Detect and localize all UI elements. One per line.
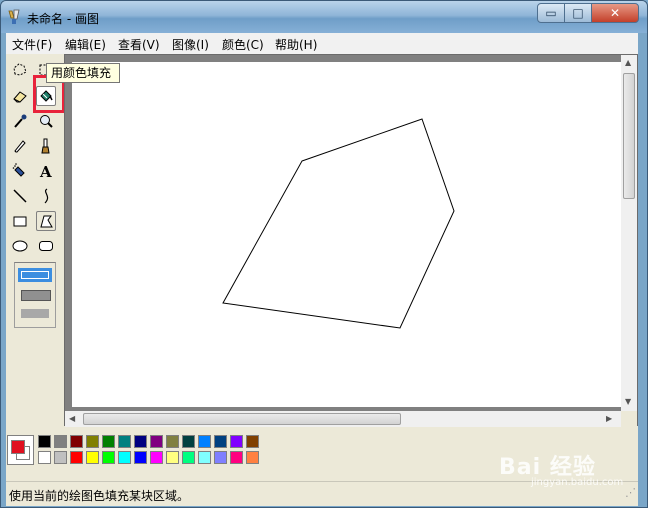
- text-icon[interactable]: A: [36, 161, 56, 181]
- close-icon: ✕: [609, 6, 621, 20]
- color-swatch[interactable]: [102, 435, 115, 448]
- free-select-icon[interactable]: [10, 60, 30, 80]
- paint-app-icon: [8, 9, 20, 24]
- color-swatch[interactable]: [246, 451, 259, 464]
- minimize-button[interactable]: ▭: [537, 3, 565, 23]
- color-swatch[interactable]: [54, 435, 67, 448]
- tooltip: 用颜色填充: [46, 63, 120, 83]
- color-swatch[interactable]: [118, 451, 131, 464]
- maximize-icon: □: [572, 6, 584, 20]
- scroll-down-icon[interactable]: ▼: [625, 397, 631, 406]
- color-swatch[interactable]: [118, 435, 131, 448]
- horizontal-scroll-thumb[interactable]: [83, 413, 401, 425]
- fill-option-outline-filled[interactable]: [21, 290, 51, 301]
- color-swatch[interactable]: [214, 451, 227, 464]
- scroll-right-icon[interactable]: ▶: [606, 414, 612, 423]
- brush-icon[interactable]: [36, 136, 56, 156]
- canvas-drawing: [222, 118, 455, 329]
- polygon-icon[interactable]: [36, 211, 56, 231]
- color-swatch[interactable]: [230, 451, 243, 464]
- tool-options-panel: [14, 262, 56, 328]
- color-swatch[interactable]: [134, 451, 147, 464]
- color-swatch[interactable]: [166, 435, 179, 448]
- rectangle-icon[interactable]: [10, 211, 30, 231]
- color-swatch[interactable]: [150, 435, 163, 448]
- vertical-scrollbar[interactable]: ▲ ▼: [621, 55, 637, 411]
- curve-icon[interactable]: [36, 186, 56, 206]
- color-swatch[interactable]: [166, 451, 179, 464]
- minimize-icon: ▭: [545, 6, 557, 20]
- menu-bar: 文件(F) 编辑(E) 查看(V) 图像(I) 颜色(C) 帮助(H): [6, 33, 638, 55]
- scroll-up-icon[interactable]: ▲: [625, 58, 631, 67]
- menu-image[interactable]: 图像(I): [172, 36, 209, 53]
- color-swatch[interactable]: [182, 435, 195, 448]
- fill-option-outline[interactable]: [18, 268, 52, 282]
- color-swatch[interactable]: [198, 451, 211, 464]
- menu-file[interactable]: 文件(F): [12, 36, 52, 53]
- paint-window: 未命名 - 画图 ▭ □ ✕ 文件(F) 编辑(E) 查看(V) 图像(I) 颜…: [0, 0, 648, 508]
- drawn-polygon: [222, 118, 455, 329]
- ellipse-icon[interactable]: [10, 236, 30, 256]
- svg-text:A: A: [39, 163, 52, 179]
- close-button[interactable]: ✕: [591, 3, 639, 23]
- pick-color-icon[interactable]: [10, 111, 30, 131]
- vertical-scroll-thumb[interactable]: [623, 73, 635, 199]
- color-swatch[interactable]: [150, 451, 163, 464]
- eraser-icon[interactable]: [10, 86, 30, 106]
- menu-edit[interactable]: 编辑(E): [65, 36, 106, 53]
- color-swatch[interactable]: [70, 451, 83, 464]
- color-swatch[interactable]: [246, 435, 259, 448]
- rounded-rectangle-icon[interactable]: [36, 236, 56, 256]
- airbrush-icon[interactable]: [10, 161, 30, 181]
- current-colors[interactable]: [7, 435, 34, 465]
- status-text: 使用当前的绘图色填充某块区域。: [9, 489, 190, 503]
- watermark-url: jingyan.baidu.com: [531, 477, 624, 488]
- color-swatch[interactable]: [70, 435, 83, 448]
- pencil-icon[interactable]: [10, 136, 30, 156]
- resize-grip-icon[interactable]: ⋰: [616, 486, 636, 504]
- color-swatch[interactable]: [214, 435, 227, 448]
- scroll-left-icon[interactable]: ◀: [69, 414, 75, 423]
- title-bar[interactable]: 未命名 - 画图 ▭ □ ✕: [1, 1, 647, 33]
- canvas-viewport: ▲ ▼ ◀ ▶: [64, 54, 638, 427]
- color-swatch[interactable]: [102, 451, 115, 464]
- drawing-canvas[interactable]: [72, 62, 621, 407]
- horizontal-scrollbar[interactable]: ◀ ▶: [65, 411, 621, 427]
- magnifier-icon[interactable]: [36, 111, 56, 131]
- fill-option-filled[interactable]: [21, 309, 49, 318]
- color-swatch[interactable]: [230, 435, 243, 448]
- color-swatch[interactable]: [54, 451, 67, 464]
- toolbox: A: [6, 54, 65, 424]
- color-swatch[interactable]: [182, 451, 195, 464]
- color-swatch[interactable]: [134, 435, 147, 448]
- window-title: 未命名 - 画图: [27, 12, 99, 26]
- color-swatch[interactable]: [86, 451, 99, 464]
- menu-help[interactable]: 帮助(H): [275, 36, 317, 53]
- scrollbar-corner: [621, 411, 637, 427]
- color-swatch[interactable]: [38, 435, 51, 448]
- client-area: A ▲ ▼ ◀ ▶ 使用当前的绘图色填充某块区域。 ⋰: [6, 54, 638, 506]
- color-swatch[interactable]: [38, 451, 51, 464]
- maximize-button[interactable]: □: [564, 3, 592, 23]
- color-swatch[interactable]: [198, 435, 211, 448]
- menu-colors[interactable]: 颜色(C): [222, 36, 264, 53]
- line-icon[interactable]: [10, 186, 30, 206]
- color-swatch[interactable]: [86, 435, 99, 448]
- menu-view[interactable]: 查看(V): [118, 36, 160, 53]
- foreground-color[interactable]: [11, 440, 25, 454]
